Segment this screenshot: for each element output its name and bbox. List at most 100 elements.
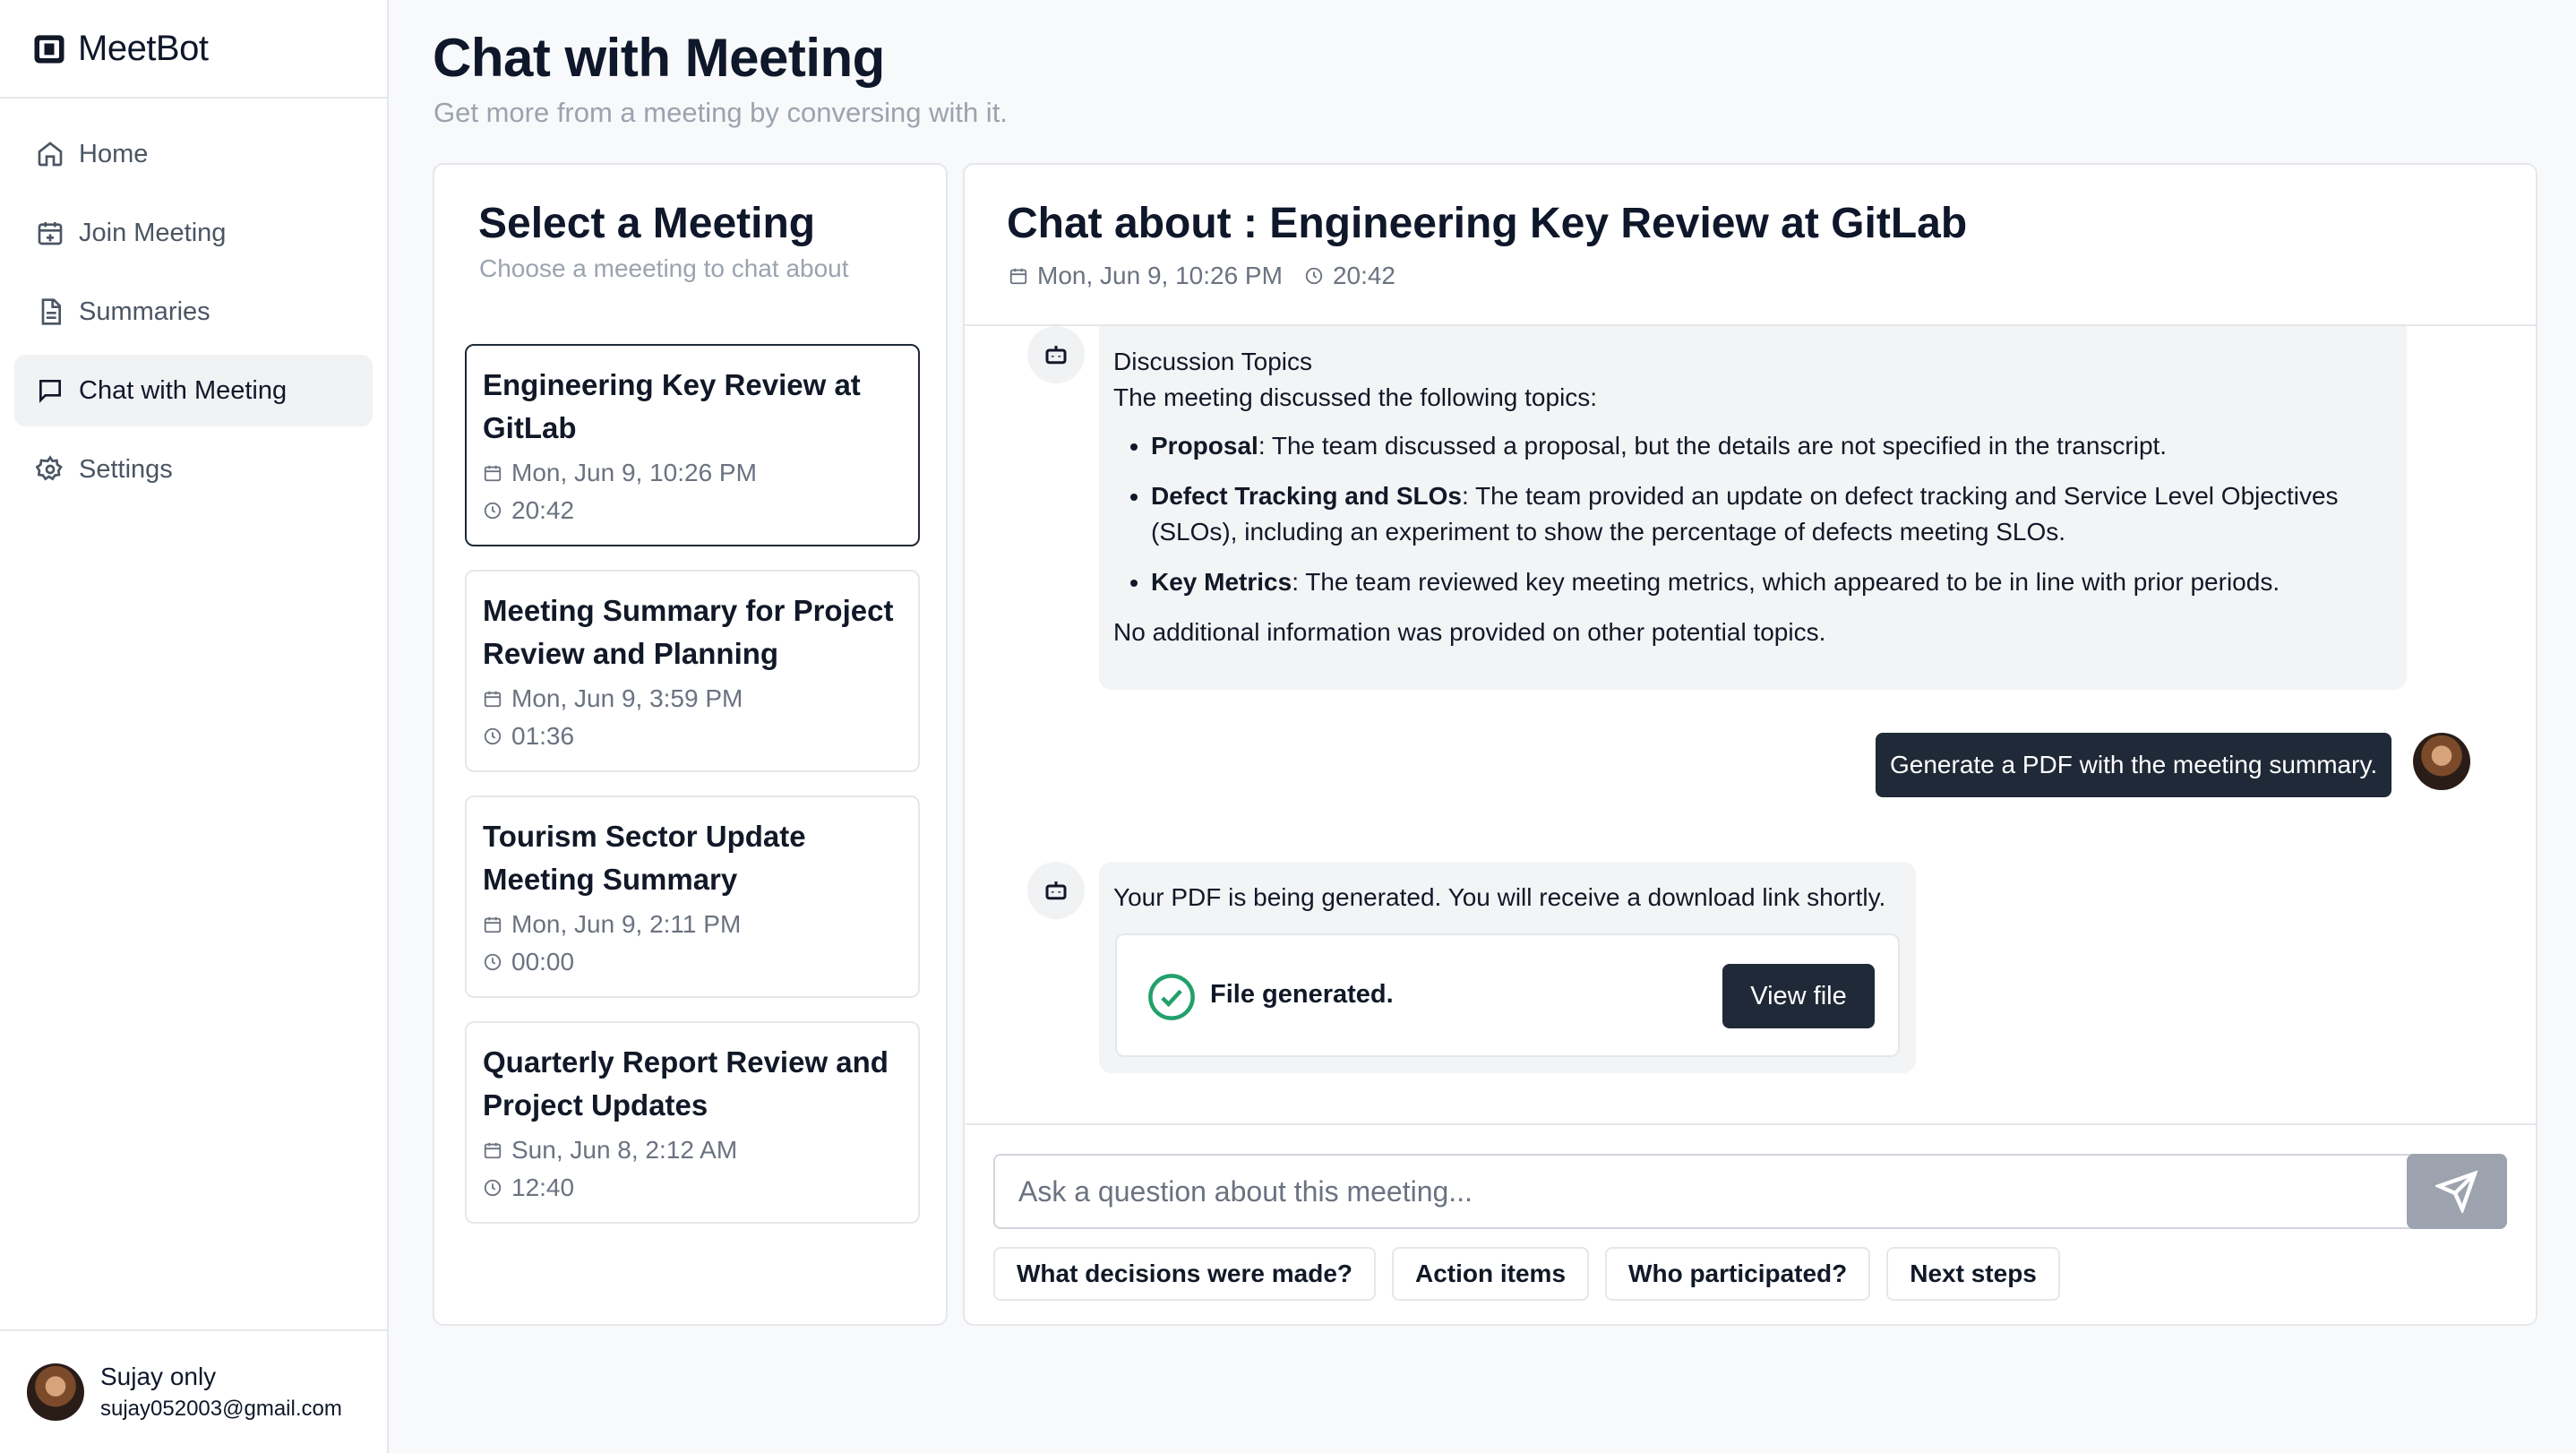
chat-meta: Mon, Jun 9, 10:26 PM 20:42 xyxy=(1009,262,1395,290)
meeting-date: Mon, Jun 9, 2:11 PM xyxy=(483,910,902,939)
calendar-icon xyxy=(484,691,502,708)
sidebar-item-summaries[interactable]: Summaries xyxy=(14,276,373,348)
clock-icon xyxy=(1305,267,1323,285)
user-info: Sujay only sujay052003@gmail.com xyxy=(100,1363,342,1422)
meeting-title: Tourism Sector Update Meeting Summary xyxy=(483,820,806,896)
calendar-icon xyxy=(484,465,502,482)
send-icon xyxy=(2435,1170,2478,1213)
meeting-duration-text: 00:00 xyxy=(511,948,575,976)
list-item: Key Metrics: The team reviewed key meeti… xyxy=(1151,564,2392,600)
sidebar-nav: Home Join Meeting Summaries Chat with Me… xyxy=(0,99,387,532)
check-circle-icon xyxy=(1148,974,1195,1020)
list-item: Defect Tracking and SLOs: The team provi… xyxy=(1151,478,2392,550)
meeting-card[interactable]: Quarterly Report Review and Project Upda… xyxy=(465,1021,920,1224)
calendar-icon xyxy=(1009,268,1027,285)
meeting-list: Engineering Key Review at GitLab Mon, Ju… xyxy=(465,344,920,1324)
clock-icon xyxy=(484,502,502,520)
chat-duration: 20:42 xyxy=(1332,262,1396,289)
sidebar-item-chat-with-meeting[interactable]: Chat with Meeting xyxy=(14,355,373,426)
sidebar-item-settings[interactable]: Settings xyxy=(14,434,373,505)
topic-term: Proposal xyxy=(1151,432,1258,460)
message-outro: No additional information was provided o… xyxy=(1113,618,1826,646)
meeting-date: Mon, Jun 9, 10:26 PM xyxy=(483,459,902,487)
bot-message: Discussion Topics The meeting discussed … xyxy=(1099,326,2407,690)
app-root: MeetBot Home Join Meeting Summaries Chat… xyxy=(0,0,2576,1453)
meeting-duration: 00:00 xyxy=(483,948,902,976)
message-intro: The meeting discussed the following topi… xyxy=(1113,383,1598,411)
sidebar-item-label: Chat with Meeting xyxy=(79,375,288,405)
meeting-date: Sun, Jun 8, 2:12 AM xyxy=(483,1136,902,1165)
meeting-title: Engineering Key Review at GitLab xyxy=(483,368,861,444)
meeting-date-text: Mon, Jun 9, 3:59 PM xyxy=(511,684,743,712)
gear-icon xyxy=(36,455,63,481)
user-name: Sujay only xyxy=(100,1363,217,1390)
suggestion-chips: What decisions were made? Action items W… xyxy=(993,1247,2076,1301)
calendar-icon xyxy=(484,1142,502,1159)
meeting-date-text: Mon, Jun 9, 2:11 PM xyxy=(511,910,742,938)
suggestion-chip[interactable]: What decisions were made? xyxy=(993,1247,1376,1301)
topic-text: : The team discussed a proposal, but the… xyxy=(1258,432,2168,460)
meeting-title: Meeting Summary for Project Review and P… xyxy=(483,594,894,670)
sidebar-item-home[interactable]: Home xyxy=(14,118,373,190)
clock-icon xyxy=(484,727,502,745)
chat-header: Chat about : Engineering Key Review at G… xyxy=(965,165,2536,326)
page-title: Chat with Meeting xyxy=(433,28,885,88)
user-profile[interactable]: Sujay only sujay052003@gmail.com xyxy=(0,1329,387,1453)
sidebar-item-label: Home xyxy=(79,139,149,168)
home-icon xyxy=(38,142,63,167)
meeting-card[interactable]: Tourism Sector Update Meeting Summary Mo… xyxy=(465,795,920,998)
meeting-list-subtitle: Choose a meeeting to chat about xyxy=(479,254,849,282)
topic-term: Defect Tracking and SLOs xyxy=(1151,482,1462,510)
meeting-duration: 01:36 xyxy=(483,722,902,751)
clock-icon xyxy=(484,953,502,971)
file-card: File generated. View file xyxy=(1115,933,1900,1057)
list-item: Proposal: The team discussed a proposal,… xyxy=(1151,428,2392,464)
user-message: Generate a PDF with the meeting summary. xyxy=(1876,733,2392,797)
sidebar-item-label: Join Meeting xyxy=(79,218,227,247)
send-button[interactable] xyxy=(2407,1154,2507,1229)
meeting-list-title: Select a Meeting xyxy=(478,200,816,247)
meeting-list-panel: Select a Meeting Choose a meeeting to ch… xyxy=(433,163,948,1326)
user-email: sujay052003@gmail.com xyxy=(100,1397,342,1421)
view-file-button[interactable]: View file xyxy=(1722,964,1875,1028)
calendar-plus-icon xyxy=(38,222,63,245)
chat-panel: Chat about : Engineering Key Review at G… xyxy=(963,163,2537,1326)
topic-list: Proposal: The team discussed a proposal,… xyxy=(1151,428,2392,600)
sidebar-item-join-meeting[interactable]: Join Meeting xyxy=(14,197,373,269)
bot-avatar xyxy=(1027,862,1085,919)
meeting-date: Mon, Jun 9, 3:59 PM xyxy=(483,684,902,713)
robot-icon xyxy=(1045,881,1067,900)
chat-input[interactable] xyxy=(993,1154,2419,1229)
sidebar: MeetBot Home Join Meeting Summaries Chat… xyxy=(0,0,389,1453)
meeting-date-text: Mon, Jun 9, 10:26 PM xyxy=(511,459,757,486)
topic-text: : The team reviewed key meeting metrics,… xyxy=(1292,568,2280,596)
robot-icon xyxy=(1045,346,1067,365)
chat-title: Chat about : Engineering Key Review at G… xyxy=(1007,200,1968,247)
meeting-card[interactable]: Meeting Summary for Project Review and P… xyxy=(465,570,920,772)
chat-date: Mon, Jun 9, 10:26 PM xyxy=(1037,262,1283,289)
meeting-card[interactable]: Engineering Key Review at GitLab Mon, Ju… xyxy=(465,344,920,546)
message-text: Your PDF is being generated. You will re… xyxy=(1113,883,1886,911)
chat-composer: What decisions were made? Action items W… xyxy=(965,1123,2536,1324)
brand[interactable]: MeetBot xyxy=(0,0,387,99)
app-name: MeetBot xyxy=(78,28,209,68)
suggestion-chip[interactable]: Action items xyxy=(1392,1247,1590,1301)
avatar xyxy=(27,1363,84,1421)
message-heading: Discussion Topics xyxy=(1113,348,1313,375)
meeting-duration-text: 20:42 xyxy=(511,496,575,524)
meeting-title: Quarterly Report Review and Project Upda… xyxy=(483,1045,889,1122)
sidebar-item-label: Settings xyxy=(79,454,173,484)
suggestion-chip[interactable]: Next steps xyxy=(1886,1247,2060,1301)
bot-avatar xyxy=(1027,326,1085,383)
meeting-date-text: Sun, Jun 8, 2:12 AM xyxy=(511,1136,738,1164)
sidebar-item-label: Summaries xyxy=(79,297,210,326)
meeting-duration-text: 12:40 xyxy=(511,1174,575,1201)
document-icon xyxy=(41,298,61,325)
file-status: File generated. xyxy=(1210,980,1394,1009)
meeting-duration: 20:42 xyxy=(483,496,902,525)
clock-icon xyxy=(484,1179,502,1197)
calendar-icon xyxy=(484,916,502,933)
topic-term: Key Metrics xyxy=(1151,568,1292,596)
avatar xyxy=(2413,733,2470,790)
suggestion-chip[interactable]: Who participated? xyxy=(1605,1247,1871,1301)
